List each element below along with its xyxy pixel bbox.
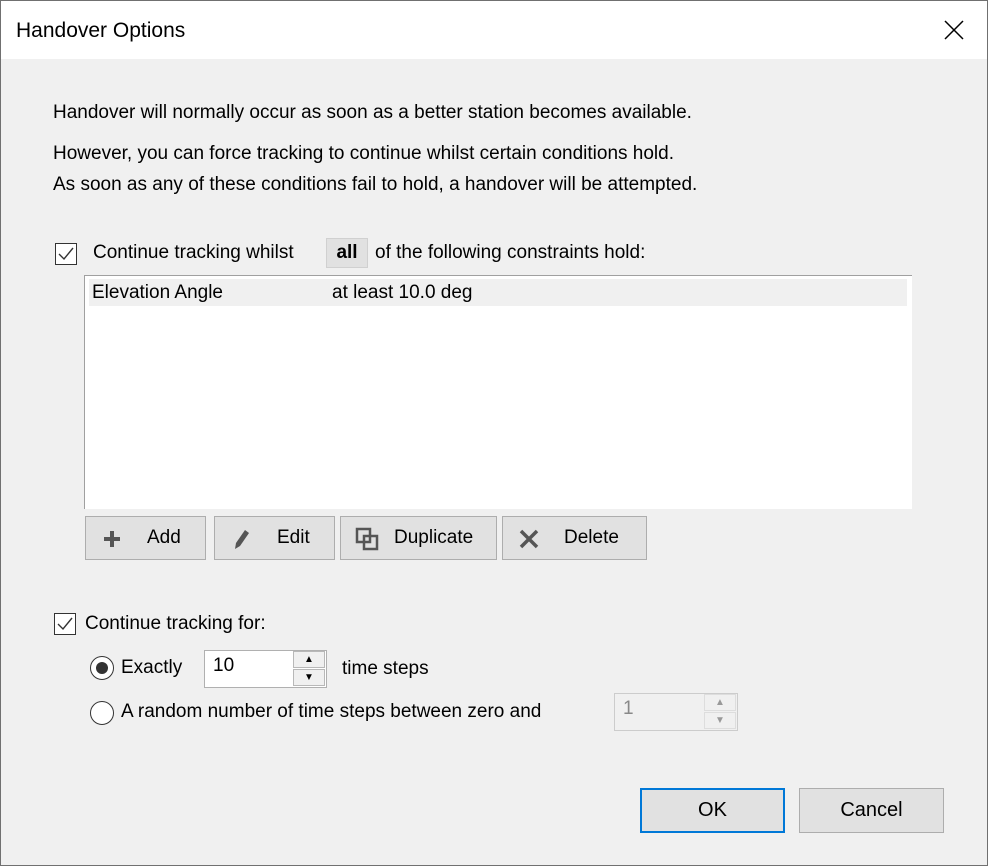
radio-selected-dot — [96, 662, 108, 674]
duplicate-button[interactable]: Duplicate — [340, 516, 497, 560]
random-label: A random number of time steps between ze… — [121, 701, 542, 722]
dialog-title: Handover Options — [16, 19, 186, 42]
exactly-spinbox[interactable]: 10 ▲ ▼ — [204, 650, 327, 688]
ok-button[interactable]: OK — [640, 788, 785, 833]
random-radio[interactable] — [90, 701, 114, 725]
intro-line-1: Handover will normally occur as soon as … — [53, 102, 692, 123]
add-button-label: Add — [147, 527, 181, 548]
close-button[interactable] — [931, 9, 977, 51]
close-icon — [944, 20, 964, 40]
time-steps-label: time steps — [342, 658, 429, 679]
constraint-name: Elevation Angle — [92, 282, 223, 303]
spin-down-button[interactable]: ▼ — [293, 669, 325, 686]
cancel-button[interactable]: Cancel — [799, 788, 944, 833]
duration-checkbox[interactable] — [54, 613, 76, 635]
exactly-value: 10 — [213, 655, 235, 676]
constraints-label-before: Continue tracking whilst — [93, 242, 294, 263]
ok-button-label: OK — [698, 799, 727, 821]
add-button[interactable]: Add — [85, 516, 206, 560]
spin-up-button[interactable]: ▲ — [704, 694, 736, 711]
edit-button[interactable]: Edit — [214, 516, 335, 560]
duplicate-button-label: Duplicate — [394, 527, 474, 548]
random-spinbox[interactable]: 1 ▲ ▼ — [614, 693, 738, 731]
exactly-label: Exactly — [121, 657, 183, 678]
checkmark-icon — [58, 247, 74, 261]
plus-icon — [104, 531, 120, 547]
title-bar: Handover Options — [1, 1, 987, 59]
duration-label: Continue tracking for: — [85, 613, 266, 634]
intro-line-2: However, you can force tracking to conti… — [53, 143, 674, 164]
constraints-label-after: of the following constraints hold: — [375, 242, 646, 263]
constraint-condition: at least 10.0 deg — [332, 282, 473, 303]
spin-down-button[interactable]: ▼ — [704, 712, 736, 729]
spin-up-button[interactable]: ▲ — [293, 651, 325, 668]
handover-options-dialog: Handover Options Handover will normally … — [0, 0, 988, 866]
pencil-icon — [235, 530, 249, 549]
list-item[interactable]: Elevation Angle at least 10.0 deg — [89, 279, 907, 306]
constraint-mode-value: all — [336, 242, 358, 263]
duplicate-icon — [355, 527, 379, 551]
intro-line-3: As soon as any of these conditions fail … — [53, 174, 698, 195]
constraints-list[interactable]: Elevation Angle at least 10.0 deg — [84, 275, 912, 509]
constraint-mode-combo[interactable]: all — [326, 238, 368, 268]
delete-button[interactable]: Delete — [502, 516, 647, 560]
x-icon — [519, 529, 539, 549]
edit-button-label: Edit — [277, 527, 310, 548]
constraints-checkbox[interactable] — [55, 243, 77, 265]
random-value: 1 — [623, 698, 634, 719]
delete-button-label: Delete — [564, 527, 619, 548]
cancel-button-label: Cancel — [840, 799, 903, 821]
exactly-radio[interactable] — [90, 656, 114, 680]
checkmark-icon — [57, 617, 73, 631]
